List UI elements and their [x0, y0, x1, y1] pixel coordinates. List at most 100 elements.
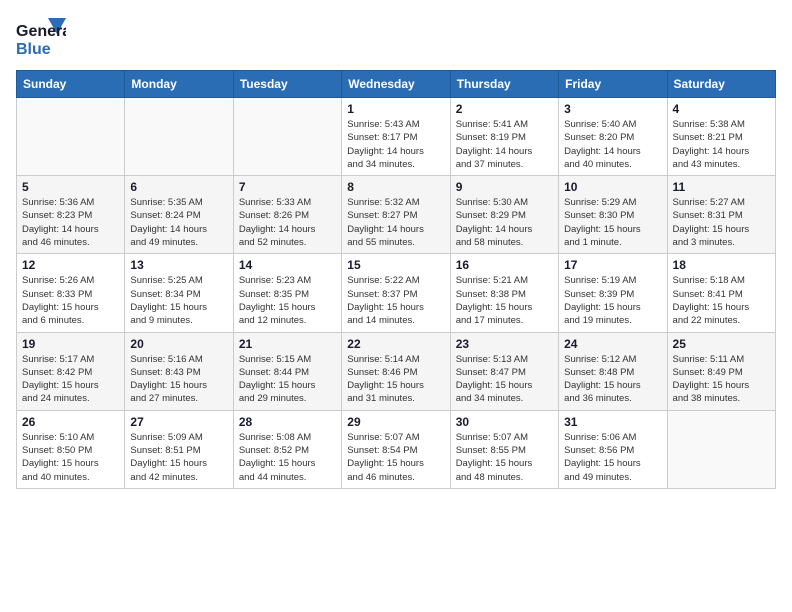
day-number: 1	[347, 102, 444, 116]
day-info: Sunrise: 5:25 AMSunset: 8:34 PMDaylight:…	[130, 274, 227, 327]
day-info: Sunrise: 5:43 AMSunset: 8:17 PMDaylight:…	[347, 118, 444, 171]
day-number: 29	[347, 415, 444, 429]
calendar-cell: 28Sunrise: 5:08 AMSunset: 8:52 PMDayligh…	[233, 410, 341, 488]
calendar-cell: 3 Sunrise: 5:40 AMSunset: 8:20 PMDaylight…	[559, 98, 667, 176]
calendar-cell: 31Sunrise: 5:06 AMSunset: 8:56 PMDayligh…	[559, 410, 667, 488]
day-info: Sunrise: 5:16 AMSunset: 8:43 PMDaylight:…	[130, 353, 227, 406]
day-info: Sunrise: 5:23 AMSunset: 8:35 PMDaylight:…	[239, 274, 336, 327]
day-info: Sunrise: 5:10 AMSunset: 8:50 PMDaylight:…	[22, 431, 119, 484]
page-header: GeneralBlue	[16, 16, 776, 58]
calendar-cell	[667, 410, 775, 488]
calendar-cell: 2Sunrise: 5:41 AMSunset: 8:19 PMDaylight…	[450, 98, 558, 176]
day-info: Sunrise: 5:15 AMSunset: 8:44 PMDaylight:…	[239, 353, 336, 406]
logo-svg: GeneralBlue	[16, 16, 66, 58]
calendar-cell: 7Sunrise: 5:33 AMSunset: 8:26 PMDaylight…	[233, 176, 341, 254]
logo: GeneralBlue	[16, 16, 66, 58]
day-number: 26	[22, 415, 119, 429]
calendar-cell: 29 Sunrise: 5:07 AMSunset: 8:54 PMDayligh…	[342, 410, 450, 488]
day-header-thursday: Thursday	[450, 71, 558, 98]
day-number: 6	[130, 180, 227, 194]
day-number: 22	[347, 337, 444, 351]
day-header-wednesday: Wednesday	[342, 71, 450, 98]
calendar-header: SundayMondayTuesdayWednesdayThursdayFrid…	[17, 71, 776, 98]
day-info: Sunrise: 5:17 AMSunset: 8:42 PMDaylight:…	[22, 353, 119, 406]
day-number: 30	[456, 415, 553, 429]
day-number: 5	[22, 180, 119, 194]
day-number: 3	[564, 102, 661, 116]
calendar-week-4: 19 Sunrise: 5:17 AMSunset: 8:42 PMDayligh…	[17, 332, 776, 410]
day-info: Sunrise: 5:21 AMSunset: 8:38 PMDaylight:…	[456, 274, 553, 327]
calendar-cell: 10 Sunrise: 5:29 AMSunset: 8:30 PMDayligh…	[559, 176, 667, 254]
day-number: 16	[456, 258, 553, 272]
calendar-cell: 6 Sunrise: 5:35 AMSunset: 8:24 PMDaylight…	[125, 176, 233, 254]
calendar-week-1: 1 Sunrise: 5:43 AMSunset: 8:17 PMDaylight…	[17, 98, 776, 176]
calendar-cell: 22 Sunrise: 5:14 AMSunset: 8:46 PMDayligh…	[342, 332, 450, 410]
day-number: 11	[673, 180, 770, 194]
calendar-cell: 24Sunrise: 5:12 AMSunset: 8:48 PMDayligh…	[559, 332, 667, 410]
day-number: 24	[564, 337, 661, 351]
day-info: Sunrise: 5:36 AMSunset: 8:23 PMDaylight:…	[22, 196, 119, 249]
day-info: Sunrise: 5:13 AMSunset: 8:47 PMDaylight:…	[456, 353, 553, 406]
day-number: 25	[673, 337, 770, 351]
calendar-cell	[125, 98, 233, 176]
calendar-cell: 25 Sunrise: 5:11 AMSunset: 8:49 PMDayligh…	[667, 332, 775, 410]
day-info: Sunrise: 5:14 AMSunset: 8:46 PMDaylight:…	[347, 353, 444, 406]
day-number: 23	[456, 337, 553, 351]
calendar-cell: 12 Sunrise: 5:26 AMSunset: 8:33 PMDayligh…	[17, 254, 125, 332]
calendar-cell: 16 Sunrise: 5:21 AMSunset: 8:38 PMDayligh…	[450, 254, 558, 332]
day-info: Sunrise: 5:38 AMSunset: 8:21 PMDaylight:…	[673, 118, 770, 171]
calendar-body: 1 Sunrise: 5:43 AMSunset: 8:17 PMDaylight…	[17, 98, 776, 489]
day-number: 9	[456, 180, 553, 194]
days-row: SundayMondayTuesdayWednesdayThursdayFrid…	[17, 71, 776, 98]
day-info: Sunrise: 5:29 AMSunset: 8:30 PMDaylight:…	[564, 196, 661, 249]
day-info: Sunrise: 5:19 AMSunset: 8:39 PMDaylight:…	[564, 274, 661, 327]
day-number: 18	[673, 258, 770, 272]
day-number: 10	[564, 180, 661, 194]
calendar-cell: 8 Sunrise: 5:32 AMSunset: 8:27 PMDaylight…	[342, 176, 450, 254]
day-number: 12	[22, 258, 119, 272]
day-info: Sunrise: 5:33 AMSunset: 8:26 PMDaylight:…	[239, 196, 336, 249]
day-header-monday: Monday	[125, 71, 233, 98]
day-info: Sunrise: 5:07 AMSunset: 8:55 PMDaylight:…	[456, 431, 553, 484]
day-number: 14	[239, 258, 336, 272]
day-number: 27	[130, 415, 227, 429]
day-header-saturday: Saturday	[667, 71, 775, 98]
day-number: 17	[564, 258, 661, 272]
calendar-cell: 26 Sunrise: 5:10 AMSunset: 8:50 PMDayligh…	[17, 410, 125, 488]
calendar-cell: 14 Sunrise: 5:23 AMSunset: 8:35 PMDayligh…	[233, 254, 341, 332]
day-info: Sunrise: 5:27 AMSunset: 8:31 PMDaylight:…	[673, 196, 770, 249]
day-info: Sunrise: 5:41 AMSunset: 8:19 PMDaylight:…	[456, 118, 553, 171]
day-number: 15	[347, 258, 444, 272]
svg-text:General: General	[16, 23, 66, 40]
day-info: Sunrise: 5:32 AMSunset: 8:27 PMDaylight:…	[347, 196, 444, 249]
calendar-cell: 27Sunrise: 5:09 AMSunset: 8:51 PMDayligh…	[125, 410, 233, 488]
day-number: 21	[239, 337, 336, 351]
calendar-cell: 9Sunrise: 5:30 AMSunset: 8:29 PMDaylight…	[450, 176, 558, 254]
day-number: 8	[347, 180, 444, 194]
day-info: Sunrise: 5:26 AMSunset: 8:33 PMDaylight:…	[22, 274, 119, 327]
calendar-cell: 19 Sunrise: 5:17 AMSunset: 8:42 PMDayligh…	[17, 332, 125, 410]
day-header-sunday: Sunday	[17, 71, 125, 98]
day-number: 31	[564, 415, 661, 429]
calendar-cell	[17, 98, 125, 176]
day-info: Sunrise: 5:18 AMSunset: 8:41 PMDaylight:…	[673, 274, 770, 327]
day-info: Sunrise: 5:07 AMSunset: 8:54 PMDaylight:…	[347, 431, 444, 484]
day-number: 19	[22, 337, 119, 351]
calendar-cell: 15 Sunrise: 5:22 AMSunset: 8:37 PMDayligh…	[342, 254, 450, 332]
calendar-cell: 4Sunrise: 5:38 AMSunset: 8:21 PMDaylight…	[667, 98, 775, 176]
calendar-cell: 17 Sunrise: 5:19 AMSunset: 8:39 PMDayligh…	[559, 254, 667, 332]
day-info: Sunrise: 5:22 AMSunset: 8:37 PMDaylight:…	[347, 274, 444, 327]
calendar-cell: 18 Sunrise: 5:18 AMSunset: 8:41 PMDayligh…	[667, 254, 775, 332]
calendar-cell: 30 Sunrise: 5:07 AMSunset: 8:55 PMDayligh…	[450, 410, 558, 488]
day-info: Sunrise: 5:40 AMSunset: 8:20 PMDaylight:…	[564, 118, 661, 171]
day-number: 20	[130, 337, 227, 351]
calendar-cell: 1 Sunrise: 5:43 AMSunset: 8:17 PMDaylight…	[342, 98, 450, 176]
calendar-cell: 11 Sunrise: 5:27 AMSunset: 8:31 PMDayligh…	[667, 176, 775, 254]
day-info: Sunrise: 5:11 AMSunset: 8:49 PMDaylight:…	[673, 353, 770, 406]
day-number: 13	[130, 258, 227, 272]
calendar-cell	[233, 98, 341, 176]
day-info: Sunrise: 5:35 AMSunset: 8:24 PMDaylight:…	[130, 196, 227, 249]
calendar-cell: 20 Sunrise: 5:16 AMSunset: 8:43 PMDayligh…	[125, 332, 233, 410]
svg-text:Blue: Blue	[16, 41, 51, 58]
day-number: 28	[239, 415, 336, 429]
